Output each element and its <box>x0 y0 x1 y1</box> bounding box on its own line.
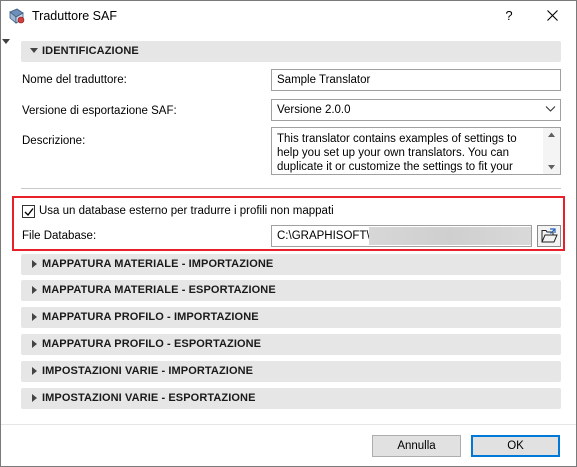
close-button[interactable] <box>531 1 575 31</box>
chevron-right-icon <box>32 340 37 348</box>
chevron-right-icon <box>32 286 37 294</box>
footer-divider <box>1 424 576 425</box>
section-material-export-header[interactable]: MAPPATURA MATERIALE - ESPORTAZIONE <box>21 280 561 301</box>
external-db-checkbox[interactable] <box>22 205 35 218</box>
export-version-value: Versione 2.0.0 <box>277 104 351 116</box>
divider <box>21 188 561 189</box>
help-button[interactable]: ? <box>491 1 527 31</box>
title-bar: Traduttore SAF ? <box>1 1 576 31</box>
translator-name-input[interactable]: Sample Translator <box>271 69 561 91</box>
section-label: IMPOSTAZIONI VARIE - ESPORTAZIONE <box>42 392 256 404</box>
file-database-path: C:\GRAPHISOFT\ <box>277 230 370 242</box>
chevron-down-icon <box>30 48 38 53</box>
panel-collapse-icon[interactable] <box>2 34 10 44</box>
description-label: Descrizione: <box>22 135 86 147</box>
chevron-right-icon <box>32 394 37 402</box>
scroll-down-icon[interactable] <box>548 165 555 170</box>
description-text: This translator contains examples of set… <box>277 133 517 173</box>
section-label: MAPPATURA MATERIALE - IMPORTAZIONE <box>42 258 274 270</box>
section-misc-export-header[interactable]: IMPOSTAZIONI VARIE - ESPORTAZIONE <box>21 388 561 409</box>
section-identification-header[interactable]: IDENTIFICAZIONE <box>21 41 561 62</box>
chevron-right-icon <box>32 260 37 268</box>
close-icon <box>547 10 558 21</box>
browse-file-button[interactable] <box>537 225 561 247</box>
section-material-import-header[interactable]: MAPPATURA MATERIALE - IMPORTAZIONE <box>21 254 561 275</box>
dialog-content: IDENTIFICAZIONE Nome del traduttore: Sam… <box>1 31 576 466</box>
section-label: MAPPATURA PROFILO - ESPORTAZIONE <box>42 338 262 350</box>
export-version-label: Versione di esportazione SAF: <box>22 105 177 117</box>
section-profile-import-header[interactable]: MAPPATURA PROFILO - IMPORTAZIONE <box>21 307 561 328</box>
section-profile-export-header[interactable]: MAPPATURA PROFILO - ESPORTAZIONE <box>21 334 561 355</box>
description-textarea[interactable]: This translator contains examples of set… <box>271 127 561 175</box>
chevron-down-icon <box>545 106 556 112</box>
saf-translator-icon <box>8 8 25 24</box>
chevron-right-icon <box>32 367 37 375</box>
translator-name-label: Nome del traduttore: <box>22 74 127 86</box>
file-database-input[interactable]: C:\GRAPHISOFT\ <box>271 225 532 247</box>
dialog-window: Traduttore SAF ? IDENTIFICAZIONE Nome de… <box>0 0 577 467</box>
file-database-label: File Database: <box>22 230 97 242</box>
scroll-up-icon[interactable] <box>548 132 555 137</box>
ok-button[interactable]: OK <box>471 435 560 457</box>
section-label: MAPPATURA PROFILO - IMPORTAZIONE <box>42 311 259 323</box>
chevron-right-icon <box>32 313 37 321</box>
section-label: IMPOSTAZIONI VARIE - IMPORTAZIONE <box>42 365 254 377</box>
section-label: MAPPATURA MATERIALE - ESPORTAZIONE <box>42 284 276 296</box>
export-version-select[interactable]: Versione 2.0.0 <box>271 99 561 121</box>
section-misc-import-header[interactable]: IMPOSTAZIONI VARIE - IMPORTAZIONE <box>21 361 561 382</box>
cancel-button[interactable]: Annulla <box>372 435 461 457</box>
external-db-checkbox-label[interactable]: Usa un database esterno per tradurre i p… <box>39 205 334 217</box>
checkmark-icon <box>24 208 34 217</box>
section-identification-label: IDENTIFICAZIONE <box>42 45 139 57</box>
folder-open-icon <box>541 228 558 243</box>
window-title: Traduttore SAF <box>32 9 117 23</box>
redacted-path-blur <box>369 227 531 245</box>
description-scrollbar[interactable] <box>543 128 560 174</box>
